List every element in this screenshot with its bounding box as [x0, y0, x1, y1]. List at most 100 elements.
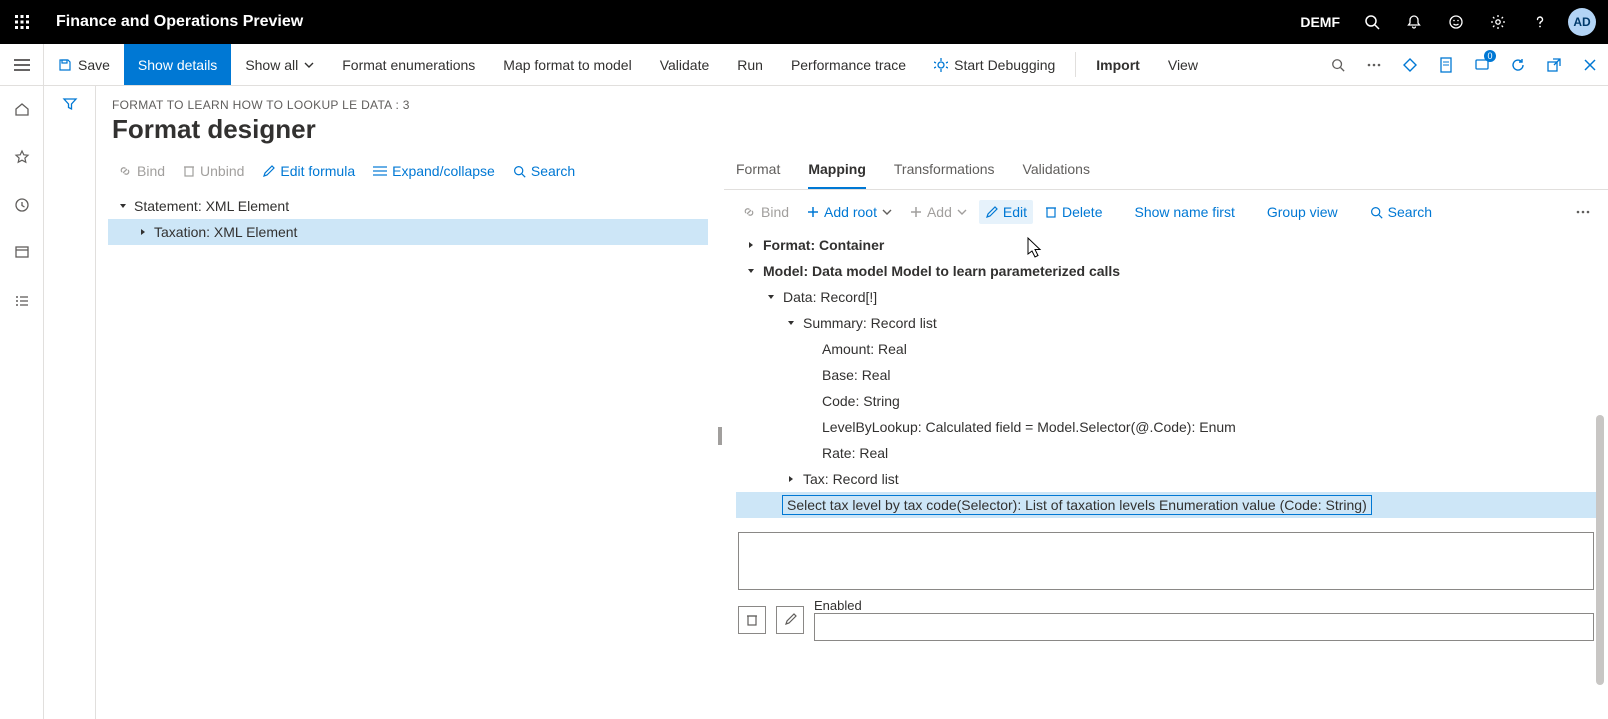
- enabled-label: Enabled: [814, 598, 1594, 613]
- import-label: Import: [1096, 57, 1140, 73]
- start-debugging-button[interactable]: Start Debugging: [920, 44, 1069, 85]
- edit-button[interactable]: Edit: [979, 200, 1033, 224]
- pane-splitter[interactable]: [716, 153, 724, 719]
- map-format-button[interactable]: Map format to model: [489, 44, 645, 85]
- tree-row[interactable]: Select tax level by tax code(Selector): …: [736, 492, 1596, 518]
- tree-row[interactable]: Model: Data model Model to learn paramet…: [736, 258, 1596, 284]
- enabled-delete-button[interactable]: [738, 606, 766, 634]
- tree-row[interactable]: Amount: Real: [736, 336, 1596, 362]
- global-search-button[interactable]: [1352, 0, 1392, 44]
- help-button[interactable]: [1520, 0, 1560, 44]
- collapse-icon[interactable]: [116, 199, 130, 213]
- tree-row[interactable]: Data: Record[!]: [736, 284, 1596, 310]
- import-button[interactable]: Import: [1082, 44, 1154, 85]
- collapse-icon[interactable]: [744, 264, 758, 278]
- collapse-icon[interactable]: [764, 290, 778, 304]
- ds-search-button[interactable]: Search: [1364, 200, 1438, 224]
- tab-transformations[interactable]: Transformations: [894, 153, 995, 189]
- ds-bind-button[interactable]: Bind: [736, 200, 795, 224]
- tab-validations[interactable]: Validations: [1023, 153, 1090, 189]
- view-button[interactable]: View: [1154, 44, 1212, 85]
- format-search-button[interactable]: Search: [507, 159, 581, 183]
- enabled-row: Enabled: [724, 598, 1608, 649]
- expand-icon[interactable]: [744, 238, 758, 252]
- message-center-button[interactable]: 0: [1464, 44, 1500, 86]
- debug-label: Start Debugging: [954, 57, 1055, 73]
- delete-button[interactable]: Delete: [1039, 200, 1108, 224]
- enabled-edit-button[interactable]: [776, 606, 804, 634]
- filter-button[interactable]: [62, 96, 78, 719]
- expand-icon[interactable]: [784, 472, 798, 486]
- search-icon: [1331, 58, 1345, 72]
- edit-label: Edit: [1003, 204, 1027, 220]
- tab-mapping[interactable]: Mapping: [808, 153, 866, 189]
- format-toolbar: Bind Unbind Edit formula Expand/collapse: [100, 153, 716, 193]
- tree-row[interactable]: Tax: Record list: [736, 466, 1596, 492]
- nav-recent-button[interactable]: [0, 190, 44, 220]
- format-enumerations-button[interactable]: Format enumerations: [328, 44, 489, 85]
- page-header: FORMAT TO LEARN HOW TO LOOKUP LE DATA : …: [96, 86, 1608, 153]
- tree-row[interactable]: LevelByLookup: Calculated field = Model.…: [736, 414, 1596, 440]
- group-view-button[interactable]: Group view: [1261, 200, 1344, 224]
- add-root-label: Add root: [824, 204, 877, 220]
- expand-icon[interactable]: [136, 225, 150, 239]
- popout-button[interactable]: [1536, 44, 1572, 86]
- nav-workspaces-button[interactable]: [0, 238, 44, 268]
- settings-button[interactable]: [1478, 0, 1518, 44]
- tree-row[interactable]: Code: String: [736, 388, 1596, 414]
- cmdbar-overflow-button[interactable]: [1356, 44, 1392, 86]
- unbind-label: Unbind: [200, 163, 244, 179]
- details-textarea[interactable]: [738, 532, 1594, 590]
- show-all-button[interactable]: Show all: [231, 44, 328, 85]
- tab-format[interactable]: Format: [736, 153, 780, 189]
- clock-icon: [14, 197, 30, 213]
- tree-row[interactable]: Format: Container: [736, 232, 1596, 258]
- tree-row[interactable]: Base: Real: [736, 362, 1596, 388]
- bind-button[interactable]: Bind: [112, 159, 171, 183]
- user-avatar[interactable]: AD: [1568, 8, 1596, 36]
- notifications-button[interactable]: [1394, 0, 1434, 44]
- feedback-button[interactable]: [1436, 0, 1476, 44]
- expand-collapse-button[interactable]: Expand/collapse: [367, 159, 501, 183]
- validate-button[interactable]: Validate: [646, 44, 724, 85]
- refresh-button[interactable]: [1500, 44, 1536, 86]
- scrollbar[interactable]: [1596, 415, 1606, 715]
- tree-row[interactable]: Taxation: XML Element: [108, 219, 708, 245]
- show-name-first-button[interactable]: Show name first: [1128, 200, 1240, 224]
- performance-trace-button[interactable]: Performance trace: [777, 44, 920, 85]
- perf-label: Performance trace: [791, 57, 906, 73]
- tree-row-label: Tax: Record list: [803, 471, 899, 487]
- app-launcher-button[interactable]: [0, 0, 44, 44]
- save-button[interactable]: Save: [44, 44, 124, 85]
- add-root-button[interactable]: Add root: [801, 200, 898, 224]
- ds-overflow-button[interactable]: [1570, 206, 1596, 218]
- close-button[interactable]: [1572, 44, 1608, 86]
- nav-home-button[interactable]: [0, 94, 44, 124]
- company-code[interactable]: DEMF: [1290, 14, 1350, 30]
- edit-formula-button[interactable]: Edit formula: [256, 159, 361, 183]
- show-details-button[interactable]: Show details: [124, 44, 231, 85]
- tree-row[interactable]: Rate: Real: [736, 440, 1596, 466]
- scrollbar-thumb[interactable]: [1596, 415, 1604, 685]
- unbind-button[interactable]: Unbind: [177, 159, 250, 183]
- enabled-input[interactable]: [814, 613, 1594, 641]
- collapse-icon[interactable]: [784, 316, 798, 330]
- office-button[interactable]: [1428, 44, 1464, 86]
- datasource-tree: Format: ContainerModel: Data model Model…: [724, 232, 1608, 522]
- bind-label: Bind: [137, 163, 165, 179]
- trash-icon: [183, 164, 195, 178]
- nav-toggle-button[interactable]: [0, 44, 44, 85]
- tree-row-label: Rate: Real: [822, 445, 888, 461]
- cmdbar-search-button[interactable]: [1320, 44, 1356, 86]
- run-button[interactable]: Run: [723, 44, 777, 85]
- tree-row[interactable]: Statement: XML Element: [108, 193, 708, 219]
- workspace-icon: [14, 245, 30, 261]
- attachments-button[interactable]: [1392, 44, 1428, 86]
- search-icon: [1370, 206, 1383, 219]
- tree-row[interactable]: Summary: Record list: [736, 310, 1596, 336]
- format-tree: Statement: XML ElementTaxation: XML Elem…: [100, 193, 716, 245]
- add-button[interactable]: Add: [904, 200, 973, 224]
- nav-favorites-button[interactable]: [0, 142, 44, 172]
- nav-modules-button[interactable]: [0, 286, 44, 316]
- left-nav: [0, 86, 44, 719]
